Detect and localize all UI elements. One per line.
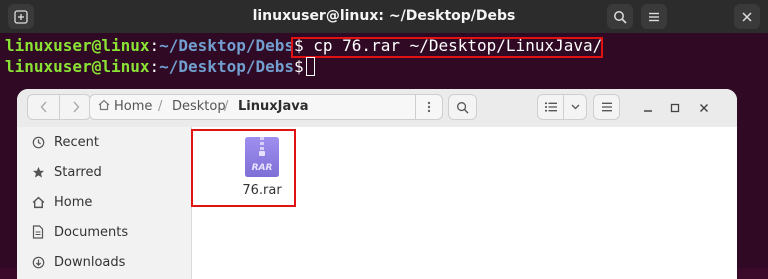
list-view-icon: [544, 102, 557, 112]
sidebar-item-label: Starred: [54, 164, 102, 180]
terminal-close-button[interactable]: [734, 4, 760, 29]
terminal-line-2: linuxuser@linux:~/Desktop/Debs$: [5, 57, 313, 77]
terminal-cursor: [306, 57, 315, 76]
clock-icon: [31, 135, 45, 149]
hamburger-menu-icon: [601, 102, 612, 112]
sidebar-item-label: Recent: [54, 134, 99, 150]
close-icon: [700, 104, 708, 112]
path-menu-button[interactable]: [415, 95, 442, 119]
maximize-button[interactable]: [665, 98, 685, 118]
sidebar-item-starred[interactable]: Starred: [17, 157, 191, 187]
sidebar-item-label: Documents: [54, 224, 129, 240]
files-close-button[interactable]: [694, 98, 714, 118]
files-search-button[interactable]: [448, 94, 477, 120]
files-headerbar: Home / Desktop / LinuxJava: [17, 89, 737, 128]
more-options-icon: [427, 101, 431, 113]
prompt-separator: :: [149, 36, 160, 55]
files-menu-button[interactable]: [593, 94, 620, 120]
breadcrumb-current[interactable]: LinuxJava: [238, 95, 309, 119]
maximize-icon: [670, 103, 680, 113]
prompt-path: ~/Desktop/Debs: [159, 57, 294, 76]
document-icon: [31, 225, 45, 239]
breadcrumb-separator: /: [158, 99, 163, 114]
sidebar-item-recent[interactable]: Recent: [17, 127, 191, 157]
prompt-path: ~/Desktop/Debs: [159, 36, 294, 55]
terminal-titlebar: linuxuser@linux: ~/Desktop/Debs: [0, 0, 768, 33]
sidebar-item-documents[interactable]: Documents: [17, 217, 191, 247]
sidebar-item-label: Downloads: [54, 254, 126, 270]
close-icon: [742, 11, 752, 22]
minimize-button[interactable]: [638, 98, 658, 118]
search-icon: [614, 10, 627, 24]
view-options-button[interactable]: [564, 95, 587, 119]
terminal-search-button[interactable]: [607, 4, 633, 29]
search-icon: [457, 101, 469, 114]
star-icon: [31, 165, 45, 179]
breadcrumb-desktop[interactable]: Desktop: [172, 95, 226, 119]
download-icon: [31, 255, 45, 269]
home-icon: [31, 195, 45, 209]
breadcrumb-separator: /: [224, 99, 229, 114]
history-nav: [27, 94, 91, 120]
breadcrumb-home[interactable]: Home: [98, 95, 152, 119]
file-highlight-box: [191, 129, 296, 207]
terminal-menu-button[interactable]: [641, 4, 667, 29]
breadcrumb-label: Home: [114, 99, 153, 114]
command-highlight-box: [291, 37, 603, 58]
list-view-button[interactable]: [538, 95, 563, 119]
prompt-separator: :: [149, 57, 160, 76]
chevron-down-icon: [571, 104, 580, 110]
forward-button[interactable]: [60, 95, 91, 119]
files-sidebar: Recent Starred Home Documents Downloads: [17, 127, 192, 279]
files-window: Home / Desktop / LinuxJava Recent Starre…: [17, 89, 737, 279]
sidebar-item-label: Home: [54, 194, 93, 210]
prompt-user: linuxuser@linux: [5, 36, 150, 55]
home-icon: [98, 99, 110, 111]
minimize-icon: [644, 110, 652, 112]
hamburger-menu-icon: [649, 12, 659, 21]
chevron-left-icon: [40, 101, 47, 113]
sidebar-item-home[interactable]: Home: [17, 187, 191, 217]
prompt-user: linuxuser@linux: [5, 57, 150, 76]
sidebar-item-downloads[interactable]: Downloads: [17, 247, 191, 277]
chevron-right-icon: [72, 101, 79, 113]
path-bar: Home / Desktop / LinuxJava: [89, 94, 443, 120]
view-toggle-group: [537, 94, 587, 120]
back-button[interactable]: [28, 95, 59, 119]
